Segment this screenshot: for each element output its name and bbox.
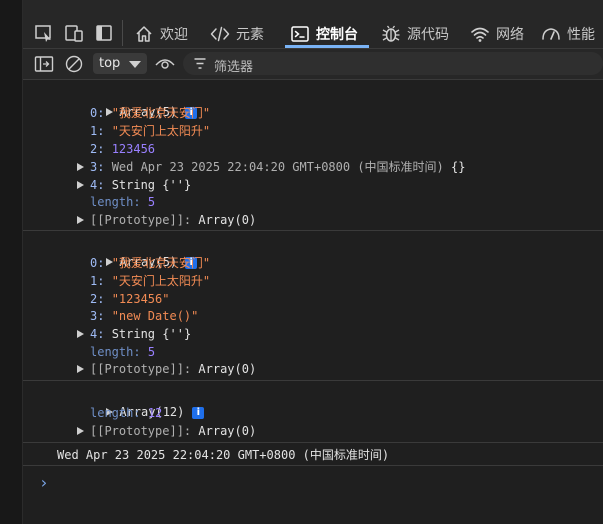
live-expression-eye-icon[interactable] <box>154 55 176 73</box>
array-prototype[interactable]: [[Prototype]]: Array(0) <box>77 212 256 228</box>
tab-network[interactable]: 网络 <box>470 22 524 46</box>
tab-network-label: 网络 <box>496 27 524 43</box>
array-item-expandable[interactable]: 4: String {''} <box>77 177 191 193</box>
devtools-panel: 欢迎 元素 控制台 源代码 网络 性能 top 筛选器 Array(5) i 0… <box>23 0 603 524</box>
tab-sources[interactable]: 源代码 <box>381 22 449 46</box>
console-output: Array(5) i 0: "我爱北京天安门" 1: "天安门上太阳升" 2: 1… <box>23 80 603 524</box>
array-length: length: 12 <box>90 406 163 420</box>
toggle-sidebar-icon[interactable] <box>34 55 54 73</box>
array-item: 2: "123456" <box>90 292 170 306</box>
tab-bar: 欢迎 元素 控制台 源代码 网络 性能 <box>23 0 603 49</box>
array-prototype[interactable]: [[Prototype]]: Array(0) <box>77 361 256 377</box>
clear-console-icon[interactable] <box>64 54 84 74</box>
log-divider <box>23 442 603 443</box>
filter-icon <box>194 58 206 69</box>
log-divider <box>23 465 603 466</box>
expand-triangle-icon[interactable] <box>77 427 84 435</box>
toolbar-separator <box>122 20 123 46</box>
context-selector-value: top <box>99 56 121 71</box>
tab-welcome[interactable]: 欢迎 <box>134 22 188 46</box>
expand-triangle-icon[interactable] <box>77 330 84 338</box>
tab-performance[interactable]: 性能 <box>541 22 595 46</box>
tab-sources-label: 源代码 <box>407 27 449 43</box>
array-item: 2: 123456 <box>90 142 156 156</box>
array-item-expandable[interactable]: 3: Wed Apr 23 2025 22:04:20 GMT+0800 (中国… <box>77 159 465 175</box>
info-badge[interactable]: i <box>192 407 205 419</box>
array-prototype[interactable]: [[Prototype]]: Array(0) <box>77 423 256 439</box>
inspect-element-icon[interactable] <box>33 22 55 44</box>
bug-icon <box>382 25 400 42</box>
dock-sidebar-icon[interactable] <box>93 22 115 44</box>
array-item: 1: "天安门上太阳升" <box>90 124 211 138</box>
code-icon <box>210 26 230 42</box>
filter-input[interactable]: 筛选器 <box>183 52 603 75</box>
tab-welcome-label: 欢迎 <box>160 27 188 43</box>
device-emulation-icon[interactable] <box>63 22 85 44</box>
tab-elements-label: 元素 <box>236 27 264 43</box>
array-item: 0: "我爱北京天安门" <box>90 256 211 270</box>
tab-console[interactable]: 控制台 <box>290 22 358 46</box>
tab-console-label: 控制台 <box>316 27 358 43</box>
console-icon <box>291 26 309 42</box>
array-item: 3: "new Date()" <box>90 309 199 323</box>
console-toolbar: top 筛选器 <box>23 49 603 80</box>
expand-triangle-icon[interactable] <box>77 181 84 189</box>
left-panel-strip <box>0 0 23 524</box>
array-item: 0: "我爱北京天安门" <box>90 106 211 120</box>
array-item: 1: "天安门上太阳升" <box>90 274 211 288</box>
home-icon <box>136 26 152 42</box>
expand-triangle-icon[interactable] <box>77 365 84 373</box>
wifi-icon <box>471 27 489 42</box>
log-divider <box>23 230 603 231</box>
date-output: Wed Apr 23 2025 22:04:20 GMT+0800 (中国标准时… <box>57 448 390 462</box>
console-prompt[interactable]: › <box>39 473 49 492</box>
array-item-expandable[interactable]: 4: String {''} <box>77 326 191 342</box>
expand-triangle-icon[interactable] <box>77 163 84 171</box>
filter-placeholder: 筛选器 <box>214 60 254 75</box>
log-divider <box>23 380 603 381</box>
performance-icon <box>542 28 560 40</box>
tab-performance-label: 性能 <box>567 27 595 43</box>
expand-triangle-icon[interactable] <box>77 216 84 224</box>
active-tab-indicator <box>285 45 369 48</box>
chevron-down-icon <box>129 61 141 68</box>
array-length: length: 5 <box>90 195 156 209</box>
context-selector[interactable]: top <box>93 53 147 74</box>
array-length: length: 5 <box>90 345 156 359</box>
tab-elements[interactable]: 元素 <box>210 22 264 46</box>
